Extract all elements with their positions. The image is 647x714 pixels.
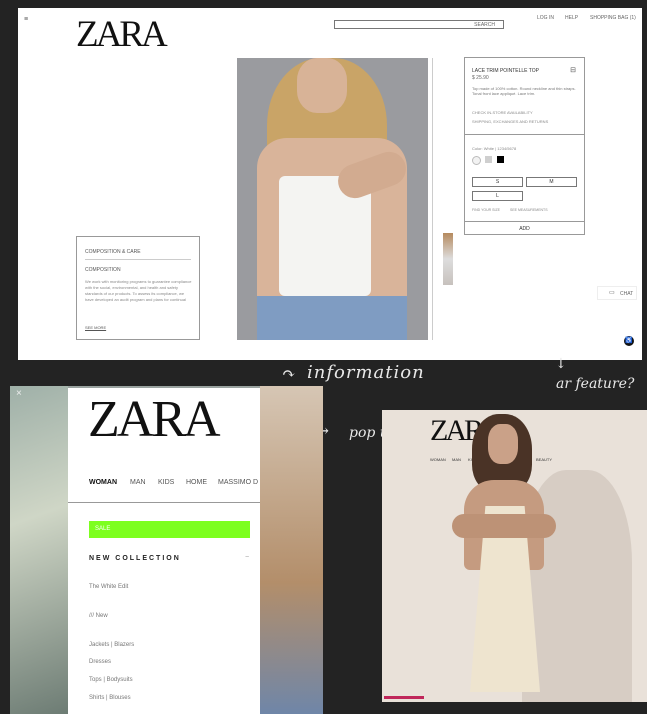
tab-woman[interactable]: WOMAN (89, 479, 117, 486)
menu-item-tops[interactable]: Tops | Bodysuits (89, 677, 133, 683)
bookmark-icon[interactable]: ⊟ (570, 66, 576, 74)
popup-nav-beauty[interactable]: BEAUTY (536, 457, 552, 462)
composition-subheading: COMPOSITION (85, 267, 121, 273)
menu-zara-logo[interactable]: ZARA (88, 394, 221, 446)
size-s-button[interactable]: S (472, 177, 523, 187)
menu-item-new[interactable]: /// New (89, 613, 108, 619)
product-image[interactable] (237, 58, 428, 340)
menu-item-white-edit[interactable]: The White Edit (89, 584, 128, 590)
color-label: Color: White | 1234/5678 (472, 146, 517, 151)
search-input[interactable]: SEARCH (334, 20, 504, 29)
arrow-down-icon: ↓ (555, 356, 567, 372)
sale-banner[interactable]: SALE (89, 521, 250, 538)
composition-care-panel: COMPOSITION & CARE COMPOSITION We work w… (76, 236, 200, 340)
close-icon[interactable]: × (16, 388, 22, 399)
tab-man[interactable]: MAN (130, 479, 146, 486)
size-guide-link[interactable]: FIND YOUR SIZE (472, 208, 500, 212)
product-page-screenshot: ≡ ZARA SEARCH LOG IN HELP SHOPPING BAG (… (18, 8, 642, 360)
menu-icon[interactable]: ≡ (24, 16, 28, 23)
divider (68, 502, 260, 503)
menu-item-jackets[interactable]: Jackets | Blazers (89, 642, 134, 648)
tab-massimo[interactable]: MASSIMO D (218, 479, 258, 486)
product-description: Top made of 100% cotton. Round neckline … (472, 86, 576, 96)
shopping-bag-link[interactable]: SHOPPING BAG (1) (590, 15, 636, 21)
divider (465, 221, 584, 222)
chat-button[interactable]: ▭ CHAT (597, 286, 637, 300)
size-m-button[interactable]: M (526, 177, 577, 187)
product-info-panel: LACE TRIM POINTELLE TOP ⊟ $ 25.90 Top ma… (464, 57, 585, 235)
sale-label: SALE (95, 526, 111, 532)
new-collection-heading[interactable]: NEW COLLECTION (89, 555, 181, 562)
collapse-icon[interactable]: − (245, 554, 249, 561)
popup-nav-man[interactable]: MAN (452, 457, 461, 462)
swatch-grey[interactable] (485, 156, 492, 163)
image-scrollbar[interactable] (432, 58, 433, 340)
see-more-link[interactable]: SEE MORE (85, 325, 106, 330)
arrow-icon: ↷ (282, 364, 296, 383)
cookie-bar[interactable] (384, 696, 424, 699)
size-l-button[interactable]: L (472, 191, 523, 201)
composition-heading: COMPOSITION & CARE (85, 249, 141, 255)
chat-icon: ▭ (609, 290, 615, 296)
zara-logo[interactable]: ZARA (76, 16, 168, 53)
swatch-white[interactable] (472, 156, 481, 165)
annotation-ar-feature: ar feature? (556, 376, 635, 392)
accessibility-icon[interactable]: ♿ (624, 336, 634, 346)
popup-screenshot: ZARA WOMAN MAN KIDS HOME BEAUTY (382, 410, 647, 702)
thumbnail-strip[interactable] (443, 233, 453, 285)
swatch-black[interactable] (497, 156, 504, 163)
menu-item-dresses[interactable]: Dresses (89, 659, 111, 665)
login-link[interactable]: LOG IN (537, 15, 554, 21)
tab-home[interactable]: HOME (186, 479, 207, 486)
annotation-information: information (307, 362, 425, 383)
product-name: LACE TRIM POINTELLE TOP (472, 68, 539, 74)
search-label: SEARCH (474, 22, 495, 28)
tab-kids[interactable]: KIDS (158, 479, 174, 486)
model-arms (452, 514, 556, 538)
add-button[interactable]: ADD (465, 226, 584, 232)
divider (85, 259, 191, 260)
shipping-link[interactable]: SHIPPING, EXCHANGES AND RETURNS (472, 119, 548, 124)
composition-text: We work with monitoring programs to guar… (85, 279, 192, 302)
popup-nav-woman[interactable]: WOMAN (430, 457, 446, 462)
menu-item-shirts[interactable]: Shirts | Blouses (89, 695, 131, 701)
navigation-menu: ZARA WOMAN MAN KIDS HOME MASSIMO D SALE … (68, 388, 260, 714)
help-link[interactable]: HELP (565, 15, 578, 21)
store-availability-link[interactable]: CHECK IN-STORE AVAILABILITY (472, 110, 533, 115)
chat-label: CHAT (620, 291, 634, 297)
model-face (488, 424, 518, 464)
product-price: $ 25.90 (472, 75, 489, 81)
measurements-link[interactable]: SEE MEASUREMENTS (510, 208, 548, 212)
divider (465, 134, 584, 135)
